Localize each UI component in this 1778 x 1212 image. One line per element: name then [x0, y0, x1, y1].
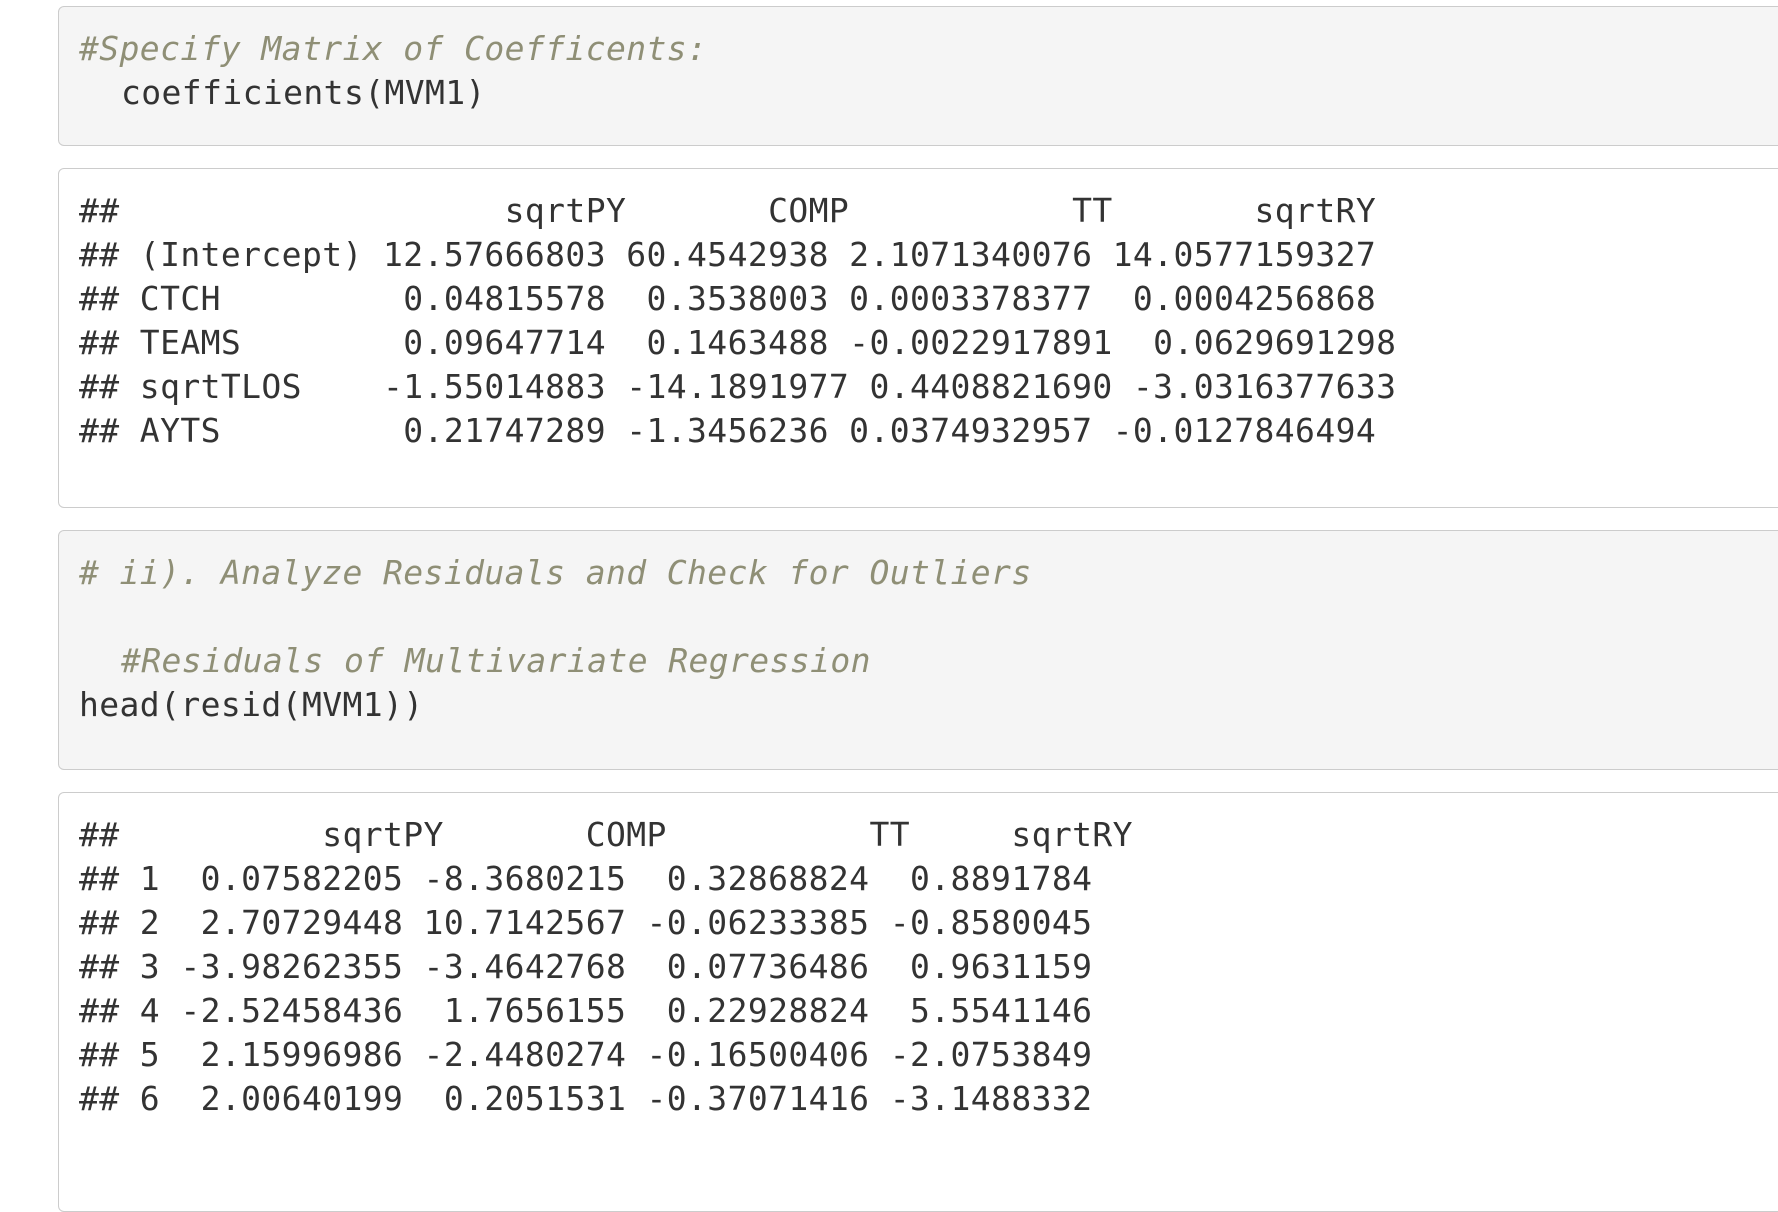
code-line: coefficients(MVM1)	[121, 73, 486, 112]
output-line: ## 3 -3.98262355 -3.4642768 0.07736486 0…	[79, 947, 1093, 986]
output-line: ## TEAMS 0.09647714 0.1463488 -0.0022917…	[79, 323, 1397, 362]
output-line: ## CTCH 0.04815578 0.3538003 0.000337837…	[79, 279, 1377, 318]
code-block-coefficients: #Specify Matrix of Coefficents: coeffici…	[58, 6, 1778, 146]
output-line: ## 5 2.15996986 -2.4480274 -0.16500406 -…	[79, 1035, 1093, 1074]
code-comment: # ii). Analyze Residuals and Check for O…	[79, 553, 1032, 592]
output-line: ## sqrtTLOS -1.55014883 -14.1891977 0.44…	[79, 367, 1397, 406]
code-line: head(resid(MVM1))	[79, 685, 424, 724]
output-block-coefficients: ## sqrtPY COMP TT sqrtRY ## (Intercept) …	[58, 168, 1778, 508]
output-line: ## 1 0.07582205 -8.3680215 0.32868824 0.…	[79, 859, 1093, 898]
output-line: ## 4 -2.52458436 1.7656155 0.22928824 5.…	[79, 991, 1093, 1030]
output-line: ## 2 2.70729448 10.7142567 -0.06233385 -…	[79, 903, 1093, 942]
code-block-residuals: # ii). Analyze Residuals and Check for O…	[58, 530, 1778, 770]
output-line: ## (Intercept) 12.57666803 60.4542938 2.…	[79, 235, 1377, 274]
output-line: ## 6 2.00640199 0.2051531 -0.37071416 -3…	[79, 1079, 1093, 1118]
output-line: ## AYTS 0.21747289 -1.3456236 0.03749329…	[79, 411, 1377, 450]
output-header-line: ## sqrtPY COMP TT sqrtRY	[79, 815, 1133, 854]
output-header-line: ## sqrtPY COMP TT sqrtRY	[79, 191, 1377, 230]
code-comment: #Specify Matrix of Coefficents:	[79, 29, 708, 68]
code-comment: #Residuals of Multivariate Regression	[121, 641, 871, 680]
output-block-residuals: ## sqrtPY COMP TT sqrtRY ## 1 0.07582205…	[58, 792, 1778, 1212]
